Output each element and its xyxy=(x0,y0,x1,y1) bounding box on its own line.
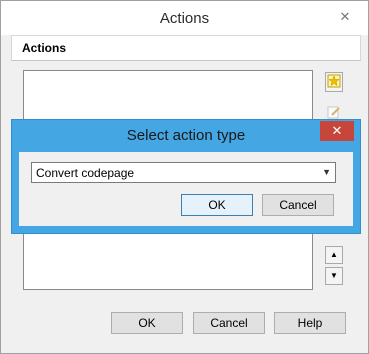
help-button[interactable]: Help xyxy=(274,312,346,334)
action-type-select[interactable]: Convert codepage ▼ xyxy=(31,162,336,183)
ok-button[interactable]: OK xyxy=(111,312,183,334)
dialog-body: Convert codepage ▼ OK Cancel xyxy=(19,152,353,226)
up-arrow-icon: ▲ xyxy=(330,250,338,259)
dialog-close-button[interactable]: ✕ xyxy=(320,121,354,141)
cancel-button[interactable]: Cancel xyxy=(193,312,265,334)
dialog-ok-button[interactable]: OK xyxy=(181,194,253,216)
window-close-button[interactable]: ✕ xyxy=(332,7,358,27)
section-header-label: Actions xyxy=(22,41,67,55)
window-titlebar: Actions ✕ xyxy=(1,1,368,35)
chevron-down-icon: ▼ xyxy=(322,167,331,177)
dialog-title: Select action type xyxy=(126,127,246,144)
down-arrow-icon: ▼ xyxy=(330,271,338,280)
move-up-button[interactable]: ▲ xyxy=(325,246,343,264)
add-action-button[interactable] xyxy=(325,72,343,92)
window-title: Actions xyxy=(159,10,210,27)
add-action-icon xyxy=(327,74,341,91)
dialog-cancel-button[interactable]: Cancel xyxy=(262,194,334,216)
section-header: Actions xyxy=(11,35,361,61)
select-action-type-dialog: Select action type ✕ Convert codepage ▼ … xyxy=(11,119,361,234)
action-type-value: Convert codepage xyxy=(36,166,135,180)
move-down-button[interactable]: ▼ xyxy=(325,267,343,285)
